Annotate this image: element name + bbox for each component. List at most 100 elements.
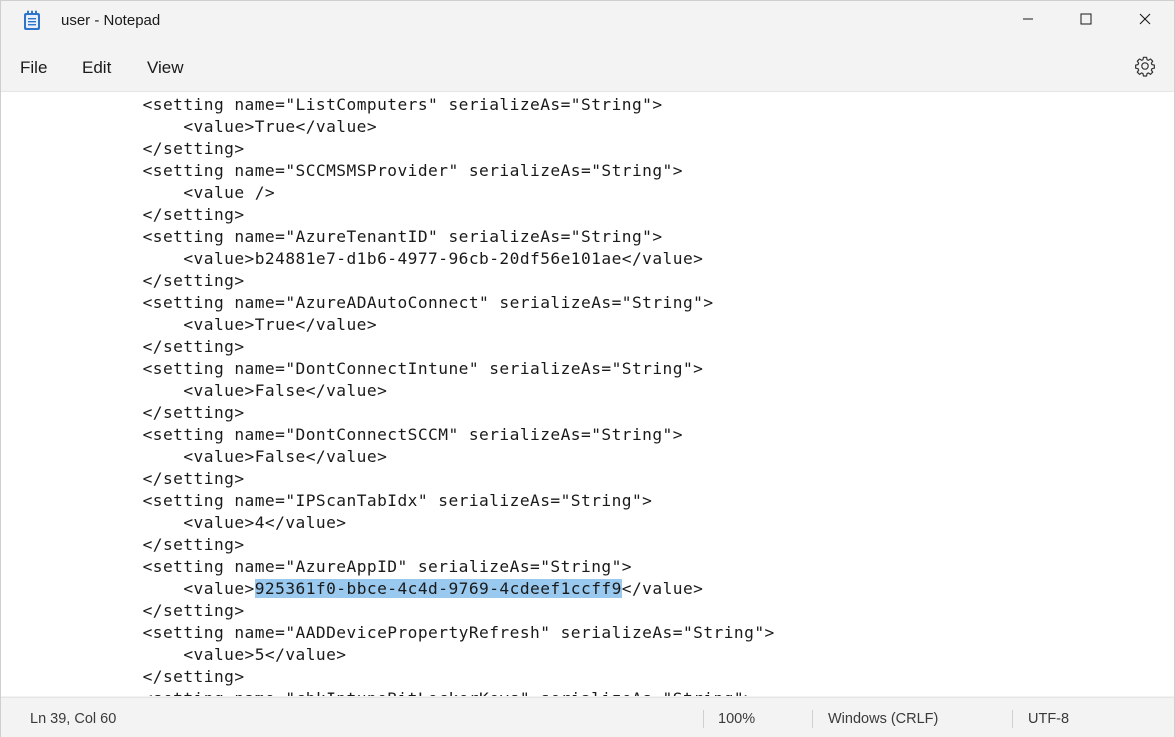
line-text: <value>False</value> [183,381,388,400]
status-divider [812,710,813,728]
line-text: <setting name="ListComputers" serializeA… [142,95,663,114]
editor-line[interactable]: <setting name="AzureTenantID" serializeA… [61,226,663,248]
status-divider [703,710,704,728]
notepad-window: user - Notepad File Edit View <setting n… [0,0,1175,737]
line-text: <setting name="DontConnectIntune" serial… [142,359,704,378]
editor-line[interactable]: <setting name="AzureAppID" serializeAs="… [61,556,632,578]
notepad-icon [23,10,41,31]
editor-line[interactable]: <setting name="DontConnectSCCM" serializ… [61,424,683,446]
maximize-icon [1080,12,1092,30]
line-text: </setting> [142,271,245,290]
line-text: </setting> [142,601,245,620]
editor-line[interactable]: <setting name="SCCMSMSProvider" serializ… [61,160,683,182]
editor-line[interactable]: <setting name="chkIntuneBitLockerKeys" s… [61,688,754,696]
line-text: </setting> [142,469,245,488]
editor-line[interactable]: <value>b24881e7-d1b6-4977-96cb-20df56e10… [61,248,703,270]
line-text: <value>False</value> [183,447,388,466]
status-divider [1012,710,1013,728]
editor-line[interactable]: <value>True</value> [61,314,377,336]
line-text: <setting name="IPScanTabIdx" serializeAs… [142,491,653,510]
editor-line[interactable]: </setting> [61,468,245,490]
window-title: user - Notepad [61,12,161,29]
selected-text[interactable]: 925361f0-bbce-4c4d-9769-4cdeef1ccff9 [254,579,622,598]
line-text: <value>4</value> [183,513,347,532]
text-editor[interactable]: <setting name="ListComputers" serializeA… [1,91,1174,696]
editor-line[interactable]: <setting name="ListComputers" serializeA… [61,94,663,116]
line-text: <value>True</value> [183,117,378,136]
editor-line[interactable]: </setting> [61,402,245,424]
editor-line[interactable]: <value>5</value> [61,644,347,666]
gear-icon[interactable] [1134,55,1156,77]
close-button[interactable] [1116,1,1174,41]
editor-line[interactable]: <setting name="AzureADAutoConnect" seria… [61,292,714,314]
editor-line[interactable]: <value>False</value> [61,446,387,468]
line-text: <setting name="AzureTenantID" serializeA… [142,227,663,246]
line-text: <setting name="chkIntuneBitLockerKeys" s… [143,689,755,696]
editor-line[interactable]: <setting name="AADDevicePropertyRefresh"… [61,622,775,644]
editor-line[interactable]: <value /> [61,182,275,204]
line-text: </value> [621,579,704,598]
line-text: <value>5</value> [183,645,347,664]
editor-line[interactable]: <setting name="IPScanTabIdx" serializeAs… [61,490,652,512]
title-bar[interactable]: user - Notepad [1,1,1174,41]
editor-line[interactable]: </setting> [61,600,245,622]
close-icon [1139,12,1151,30]
line-text: </setting> [142,535,245,554]
editor-line[interactable]: </setting> [61,534,245,556]
editor-line[interactable]: </setting> [61,336,245,358]
editor-line[interactable]: <value>True</value> [61,116,377,138]
line-text: </setting> [142,403,245,422]
line-text: <setting name="AzureADAutoConnect" seria… [142,293,714,312]
zoom-level: 100% [718,711,756,727]
line-text: <value>True</value> [183,315,378,334]
line-ending: Windows (CRLF) [828,711,939,727]
line-text: </setting> [142,139,245,158]
line-text: <setting name="AADDevicePropertyRefresh"… [142,623,775,642]
line-text: </setting> [142,205,245,224]
line-text: <setting name="SCCMSMSProvider" serializ… [142,161,683,180]
editor-line[interactable]: <value>925361f0-bbce-4c4d-9769-4cdeef1cc… [61,578,703,600]
maximize-button[interactable] [1057,1,1115,41]
minimize-icon [1022,12,1034,30]
menu-file[interactable]: File [18,58,49,78]
line-text: <value> [183,579,255,598]
line-text: <value /> [183,183,276,202]
editor-line[interactable]: <setting name="DontConnectIntune" serial… [61,358,703,380]
line-text: </setting> [142,667,245,686]
menu-view[interactable]: View [145,58,186,78]
minimize-button[interactable] [999,1,1057,41]
editor-line[interactable]: </setting> [61,204,245,226]
line-text: </setting> [142,337,245,356]
encoding: UTF-8 [1028,711,1070,727]
menu-edit[interactable]: Edit [80,58,113,78]
editor-line[interactable]: <value>4</value> [61,512,347,534]
editor-line[interactable]: <value>False</value> [61,380,387,402]
cursor-position: Ln 39, Col 60 [30,711,117,727]
editor-line[interactable]: </setting> [61,270,245,292]
editor-line[interactable]: </setting> [61,666,245,688]
editor-line[interactable]: </setting> [61,138,245,160]
menu-bar: File Edit View [1,41,1174,91]
